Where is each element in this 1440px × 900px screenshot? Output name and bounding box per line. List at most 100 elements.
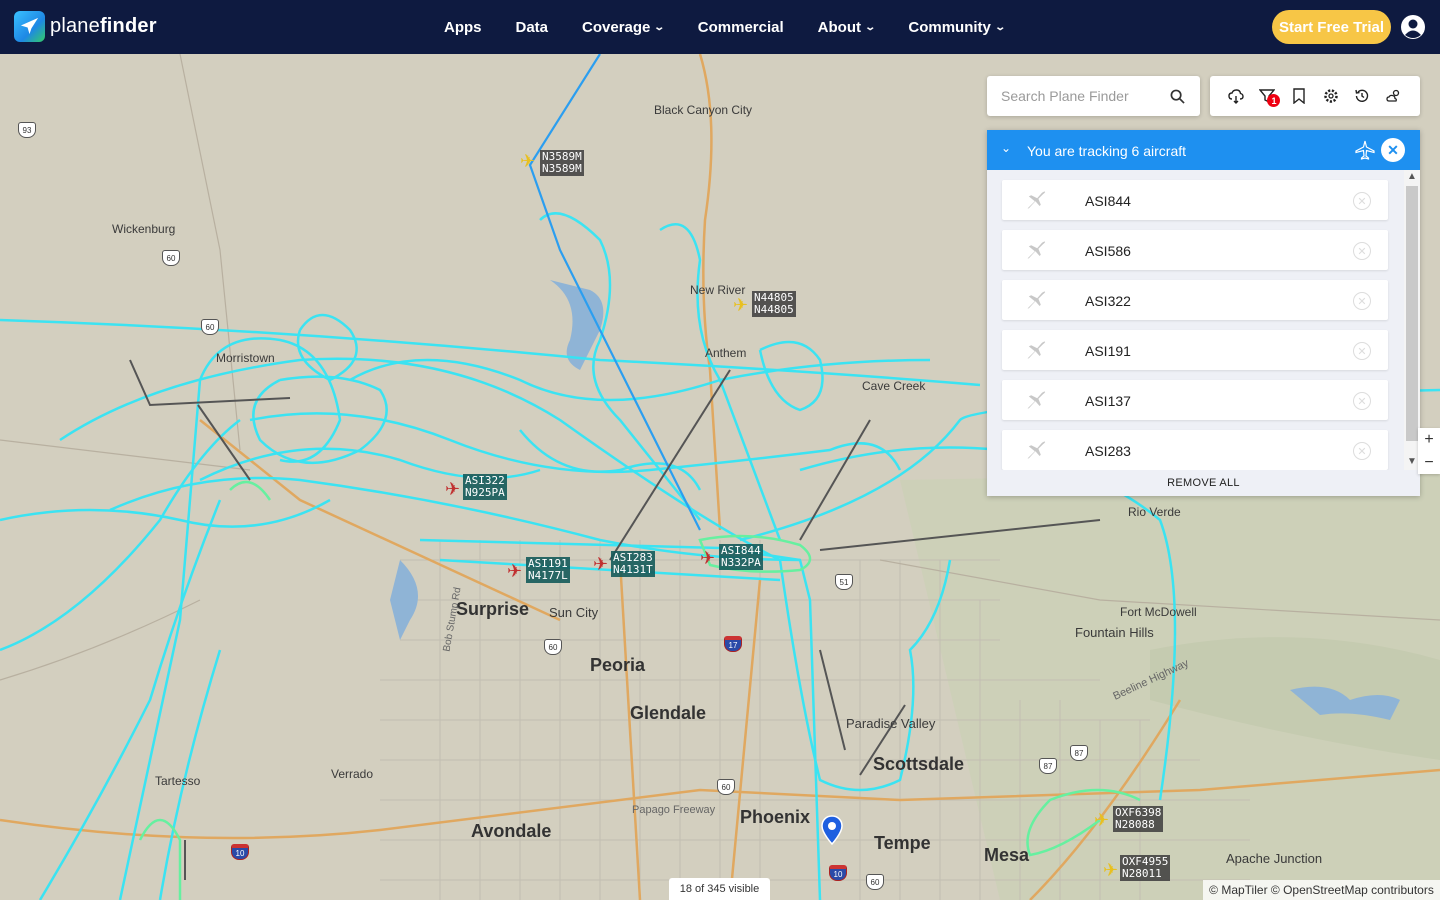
place-label-city: Mesa xyxy=(984,845,1030,865)
interstate-shield: 10 xyxy=(829,865,847,881)
chevron-down-icon: ⌄ xyxy=(653,21,666,33)
place-label: Anthem xyxy=(705,346,747,360)
cloud-icon[interactable] xyxy=(1224,84,1248,108)
tracked-aircraft-list: ASI844 ✕ ASI586 ✕ ASI322 ✕ ASI191 ✕ ASI1… xyxy=(987,170,1404,470)
aircraft-icon[interactable]: ✈ xyxy=(1094,810,1109,831)
tracking-title: You are tracking 6 aircraft xyxy=(1027,143,1187,159)
search-box xyxy=(987,76,1200,116)
nav-data[interactable]: Data xyxy=(499,0,566,54)
route-shield: 60 xyxy=(201,319,219,335)
tracking-panel-header[interactable]: ⌄ You are tracking 6 aircraft ✕ xyxy=(987,130,1420,170)
remove-icon[interactable]: ✕ xyxy=(1353,442,1371,460)
tracked-aircraft-item[interactable]: ASI586 ✕ xyxy=(1002,230,1388,270)
remove-all-button[interactable]: REMOVE ALL xyxy=(987,470,1420,496)
tracked-aircraft-item[interactable]: ASI322 ✕ xyxy=(1002,280,1388,320)
scrollbar-thumb[interactable] xyxy=(1406,186,1418,441)
interstate-shield: 10 xyxy=(231,844,249,860)
aircraft-icon[interactable]: ✈ xyxy=(733,295,748,316)
settings-icon[interactable] xyxy=(1319,84,1343,108)
aircraft-icon[interactable]: ✈ xyxy=(507,561,522,582)
aircraft-icon[interactable]: ✈ xyxy=(445,479,460,500)
place-label: Paradise Valley xyxy=(846,716,936,731)
aircraft-label[interactable]: ASI844 N332PA xyxy=(719,544,763,570)
place-label: Black Canyon City xyxy=(654,103,753,117)
place-label: Cave Creek xyxy=(862,379,926,393)
scroll-up-icon[interactable]: ▲ xyxy=(1407,171,1417,182)
nav-coverage[interactable]: Coverage ⌄ xyxy=(565,0,681,54)
filter-icon[interactable]: 1 xyxy=(1255,84,1281,108)
place-label: Fountain Hills xyxy=(1075,625,1154,640)
place-label: Tartesso xyxy=(155,774,201,788)
aircraft-label[interactable]: N3589M N3589M xyxy=(540,150,584,176)
nav-about[interactable]: About ⌄ xyxy=(801,0,892,54)
plane-icon xyxy=(1027,391,1046,409)
aircraft-icon[interactable]: ✈ xyxy=(700,548,715,569)
chevron-down-icon[interactable]: ⌄ xyxy=(1001,141,1011,155)
place-label: Fort McDowell xyxy=(1120,605,1197,619)
zoom-out-button[interactable]: − xyxy=(1418,451,1440,474)
tracked-aircraft-item[interactable]: ASI283 ✕ xyxy=(1002,430,1388,470)
tracking-scrollbar[interactable]: ▲ ▼ xyxy=(1404,170,1420,470)
bookmark-icon[interactable] xyxy=(1287,84,1311,108)
place-label: Sun City xyxy=(549,605,599,620)
map-toolbar: 1 xyxy=(1210,76,1420,116)
zoom-in-button[interactable]: + xyxy=(1418,428,1440,451)
route-shield: 51 xyxy=(835,574,853,590)
route-shield: 60 xyxy=(544,639,562,655)
tracked-callsign: ASI586 xyxy=(1085,243,1131,259)
main-nav: Apps Data Coverage ⌄ Commercial About ⌄ Co… xyxy=(427,0,1021,54)
close-icon[interactable]: ✕ xyxy=(1381,138,1405,162)
place-label-city: Tempe xyxy=(874,833,931,853)
tracked-callsign: ASI844 xyxy=(1085,193,1131,209)
nav-commercial[interactable]: Commercial xyxy=(681,0,801,54)
place-label-city: Scottsdale xyxy=(873,754,965,774)
aircraft-label[interactable]: ASI322 N925PA xyxy=(463,474,507,500)
scroll-down-icon[interactable]: ▼ xyxy=(1407,456,1417,467)
road-label: Papago Freeway xyxy=(632,804,716,816)
weather-icon[interactable] xyxy=(1382,84,1406,108)
location-pin-icon[interactable] xyxy=(821,815,843,845)
zoom-control: + − xyxy=(1418,428,1440,474)
aircraft-label[interactable]: OXF4955 N28011 xyxy=(1120,855,1171,881)
remove-icon[interactable]: ✕ xyxy=(1353,242,1371,260)
map-attribution[interactable]: © MapTiler © OpenStreetMap contributors xyxy=(1203,880,1440,900)
remove-icon[interactable]: ✕ xyxy=(1353,342,1371,360)
history-icon[interactable] xyxy=(1350,84,1374,108)
nav-community[interactable]: Community ⌄ xyxy=(891,0,1021,54)
filter-count-badge: 1 xyxy=(1267,94,1281,107)
chevron-down-icon: ⌄ xyxy=(994,21,1006,33)
search-input[interactable] xyxy=(987,88,1157,104)
place-label: Wickenburg xyxy=(112,222,176,236)
remove-icon[interactable]: ✕ xyxy=(1353,392,1371,410)
plane-icon xyxy=(1027,291,1046,309)
aircraft-label[interactable]: N44805 N44805 xyxy=(752,291,796,317)
route-shield: 60 xyxy=(866,874,884,890)
route-shield: 60 xyxy=(717,779,735,795)
search-icon[interactable] xyxy=(1170,89,1185,104)
aircraft-icon[interactable]: ✈ xyxy=(1103,860,1118,881)
tracked-callsign: ASI191 xyxy=(1085,343,1131,359)
brand-logo[interactable]: planefinder xyxy=(14,11,157,42)
aircraft-label[interactable]: ASI283 N4131T xyxy=(611,551,655,577)
aircraft-label[interactable]: ASI191 N4177L xyxy=(526,557,570,583)
tracked-aircraft-item[interactable]: ASI137 ✕ xyxy=(1002,380,1388,420)
remove-icon[interactable]: ✕ xyxy=(1353,192,1371,210)
place-label-city: Glendale xyxy=(630,703,707,723)
place-label-city: Avondale xyxy=(471,821,552,841)
plane-icon xyxy=(1027,441,1046,459)
remove-icon[interactable]: ✕ xyxy=(1353,292,1371,310)
tracked-aircraft-item[interactable]: ASI191 ✕ xyxy=(1002,330,1388,370)
route-shield: 60 xyxy=(162,250,180,266)
nav-apps[interactable]: Apps xyxy=(427,0,499,54)
place-label-city: Surprise xyxy=(456,599,530,619)
tracked-aircraft-item[interactable]: ASI844 ✕ xyxy=(1002,180,1388,220)
aircraft-label[interactable]: OXF6398 N28088 xyxy=(1113,806,1164,832)
start-free-trial-button[interactable]: Start Free Trial xyxy=(1272,10,1391,44)
logo-plane-icon xyxy=(14,11,45,42)
user-account-icon[interactable] xyxy=(1400,14,1426,40)
aircraft-icon[interactable]: ✈ xyxy=(593,554,608,575)
brand-name: planefinder xyxy=(50,15,157,37)
top-navbar: planefinder Apps Data Coverage ⌄ Commerci… xyxy=(0,0,1440,54)
route-shield: 93 xyxy=(18,122,36,138)
aircraft-icon[interactable]: ✈ xyxy=(520,151,535,172)
